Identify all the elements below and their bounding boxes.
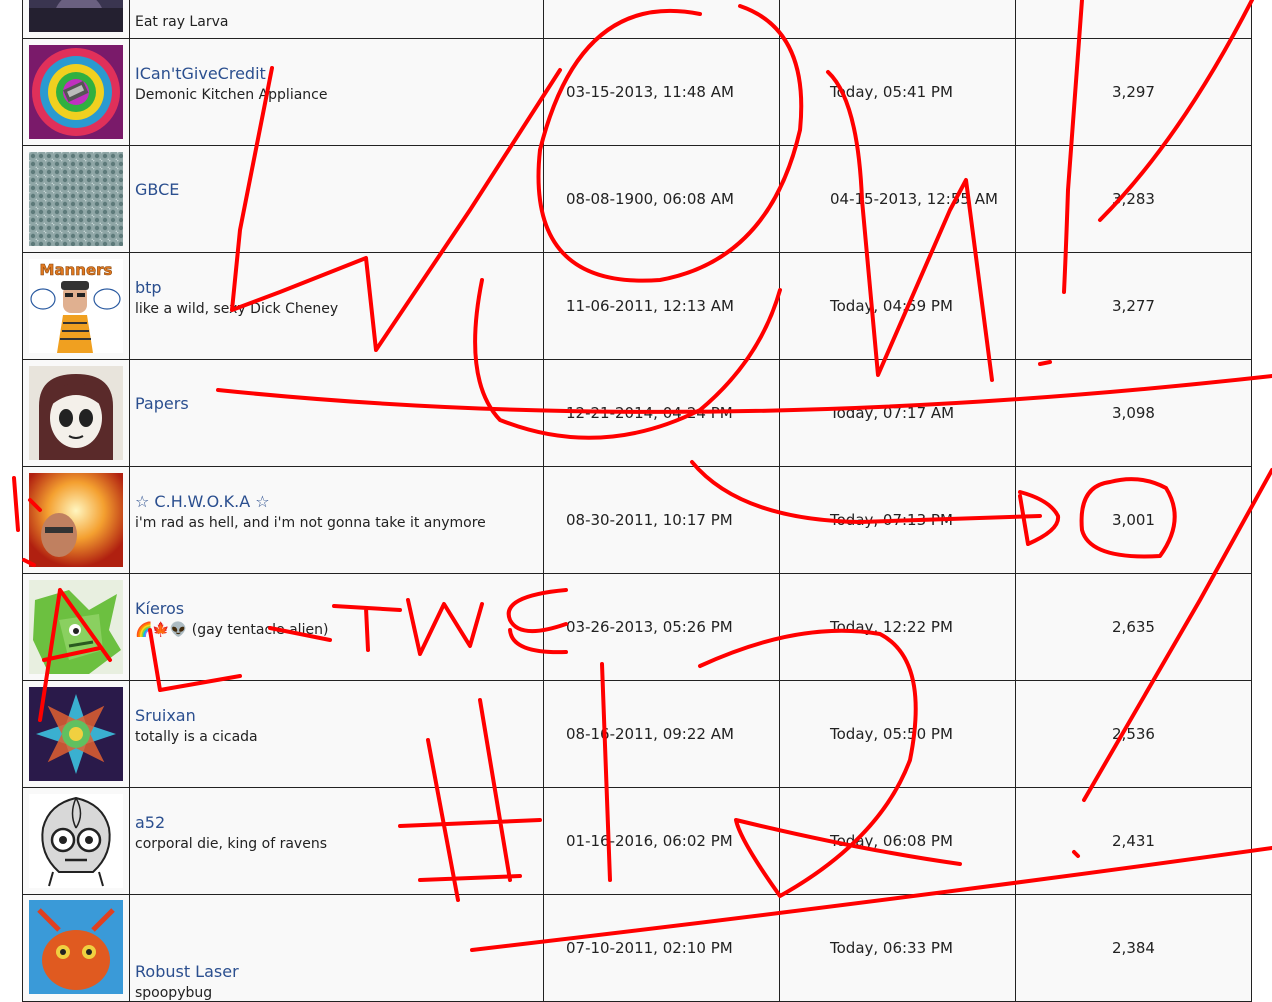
last-activity: Today, 07:17 AM bbox=[779, 359, 1016, 467]
username-link[interactable]: ☆ C.H.W.O.K.A ☆ bbox=[135, 492, 543, 512]
avatar[interactable] bbox=[29, 0, 123, 32]
user-title: spoopybug bbox=[135, 985, 213, 1001]
last-activity: Today, 07:13 PM bbox=[779, 466, 1016, 574]
avatar[interactable]: Manners bbox=[29, 259, 123, 353]
member-row: GBCE 08-08-1900, 06:08 AM 04-15-2013, 12… bbox=[22, 145, 1252, 253]
member-row: Eat ray Larva bbox=[22, 0, 1252, 39]
user-cell: GBCE bbox=[129, 145, 544, 253]
member-row: Papers 12-21-2014, 04:24 PM Today, 07:17… bbox=[22, 359, 1252, 467]
post-count: 3,283 bbox=[1015, 145, 1252, 253]
username-link[interactable]: ICan'tGiveCredit bbox=[135, 64, 543, 84]
user-title: i'm rad as hell, and i'm not gonna take … bbox=[135, 515, 486, 531]
username-link[interactable]: Sruixan bbox=[135, 706, 543, 726]
user-cell: Kíeros 🌈🍁👽 (gay tentacle alien) bbox=[129, 573, 544, 681]
join-date: 11-06-2011, 12:13 AM bbox=[543, 252, 780, 360]
member-row: Robust Laser spoopybug 07-10-2011, 02:10… bbox=[22, 894, 1252, 1002]
avatar[interactable] bbox=[29, 580, 123, 674]
avatar-cell bbox=[22, 573, 130, 681]
post-count: 3,297 bbox=[1015, 38, 1252, 146]
username-link[interactable]: btp bbox=[135, 278, 543, 298]
user-cell: ☆ C.H.W.O.K.A ☆ i'm rad as hell, and i'm… bbox=[129, 466, 544, 574]
post-count: 2,536 bbox=[1015, 680, 1252, 788]
user-cell: btp like a wild, sexy Dick Cheney bbox=[129, 252, 544, 360]
join-date: 03-26-2013, 05:26 PM bbox=[543, 573, 780, 681]
post-count bbox=[1015, 0, 1252, 39]
last-activity: Today, 06:08 PM bbox=[779, 787, 1016, 895]
last-activity: Today, 05:50 PM bbox=[779, 680, 1016, 788]
user-cell: Robust Laser spoopybug bbox=[129, 894, 544, 1002]
avatar[interactable] bbox=[29, 687, 123, 781]
member-list-table: Eat ray Larva ICan'tGiveCredit Demonic K… bbox=[22, 0, 1252, 1002]
user-cell: Papers bbox=[129, 359, 544, 467]
user-cell: ICan'tGiveCredit Demonic Kitchen Applian… bbox=[129, 38, 544, 146]
member-row: Manners btp like a wild, sexy Dick Chene… bbox=[22, 252, 1252, 360]
username-link[interactable]: Robust Laser bbox=[135, 962, 543, 982]
avatar[interactable] bbox=[29, 366, 123, 460]
avatar-cell bbox=[22, 38, 130, 146]
member-row: ICan'tGiveCredit Demonic Kitchen Applian… bbox=[22, 38, 1252, 146]
avatar-cell bbox=[22, 894, 130, 1002]
avatar-cell bbox=[22, 359, 130, 467]
post-count: 3,001 bbox=[1015, 466, 1252, 574]
username-link[interactable]: a52 bbox=[135, 813, 543, 833]
avatar-cell bbox=[22, 466, 130, 574]
member-row: Sruixan totally is a cicada 08-16-2011, … bbox=[22, 680, 1252, 788]
post-count: 3,277 bbox=[1015, 252, 1252, 360]
last-activity bbox=[779, 0, 1016, 39]
join-date: 01-16-2016, 06:02 PM bbox=[543, 787, 780, 895]
user-title: like a wild, sexy Dick Cheney bbox=[135, 301, 339, 317]
join-date: 12-21-2014, 04:24 PM bbox=[543, 359, 780, 467]
last-activity: Today, 12:22 PM bbox=[779, 573, 1016, 681]
username-link[interactable]: GBCE bbox=[135, 180, 543, 200]
avatar[interactable] bbox=[29, 152, 123, 246]
post-count: 2,635 bbox=[1015, 573, 1252, 681]
join-date bbox=[543, 0, 780, 39]
user-title: 🌈🍁👽 (gay tentacle alien) bbox=[135, 622, 329, 638]
user-cell: Sruixan totally is a cicada bbox=[129, 680, 544, 788]
avatar-cell bbox=[22, 0, 130, 39]
username-link[interactable]: Papers bbox=[135, 394, 543, 414]
post-count: 2,384 bbox=[1015, 894, 1252, 1002]
svg-text:Manners: Manners bbox=[40, 261, 113, 279]
avatar[interactable] bbox=[29, 473, 123, 567]
user-cell: Eat ray Larva bbox=[129, 0, 544, 39]
user-title: totally is a cicada bbox=[135, 729, 258, 745]
avatar-cell bbox=[22, 787, 130, 895]
join-date: 03-15-2013, 11:48 AM bbox=[543, 38, 780, 146]
user-title: Demonic Kitchen Appliance bbox=[135, 87, 328, 103]
avatar-cell bbox=[22, 680, 130, 788]
join-date: 08-08-1900, 06:08 AM bbox=[543, 145, 780, 253]
post-count: 3,098 bbox=[1015, 359, 1252, 467]
user-title: corporal die, king of ravens bbox=[135, 836, 327, 852]
user-cell: a52 corporal die, king of ravens bbox=[129, 787, 544, 895]
last-activity: 04-15-2013, 12:55 AM bbox=[779, 145, 1016, 253]
avatar[interactable] bbox=[29, 900, 123, 994]
last-activity: Today, 06:33 PM bbox=[779, 894, 1016, 1002]
avatar[interactable] bbox=[29, 45, 123, 139]
avatar-cell: Manners bbox=[22, 252, 130, 360]
member-row: a52 corporal die, king of ravens 01-16-2… bbox=[22, 787, 1252, 895]
join-date: 07-10-2011, 02:10 PM bbox=[543, 894, 780, 1002]
member-row: Kíeros 🌈🍁👽 (gay tentacle alien) 03-26-20… bbox=[22, 573, 1252, 681]
join-date: 08-16-2011, 09:22 AM bbox=[543, 680, 780, 788]
user-title: Eat ray Larva bbox=[135, 14, 229, 30]
username-link[interactable]: Kíeros bbox=[135, 599, 543, 619]
join-date: 08-30-2011, 10:17 PM bbox=[543, 466, 780, 574]
member-row: ☆ C.H.W.O.K.A ☆ i'm rad as hell, and i'm… bbox=[22, 466, 1252, 574]
post-count: 2,431 bbox=[1015, 787, 1252, 895]
last-activity: Today, 05:41 PM bbox=[779, 38, 1016, 146]
avatar[interactable] bbox=[29, 794, 123, 888]
last-activity: Today, 04:59 PM bbox=[779, 252, 1016, 360]
avatar-cell bbox=[22, 145, 130, 253]
